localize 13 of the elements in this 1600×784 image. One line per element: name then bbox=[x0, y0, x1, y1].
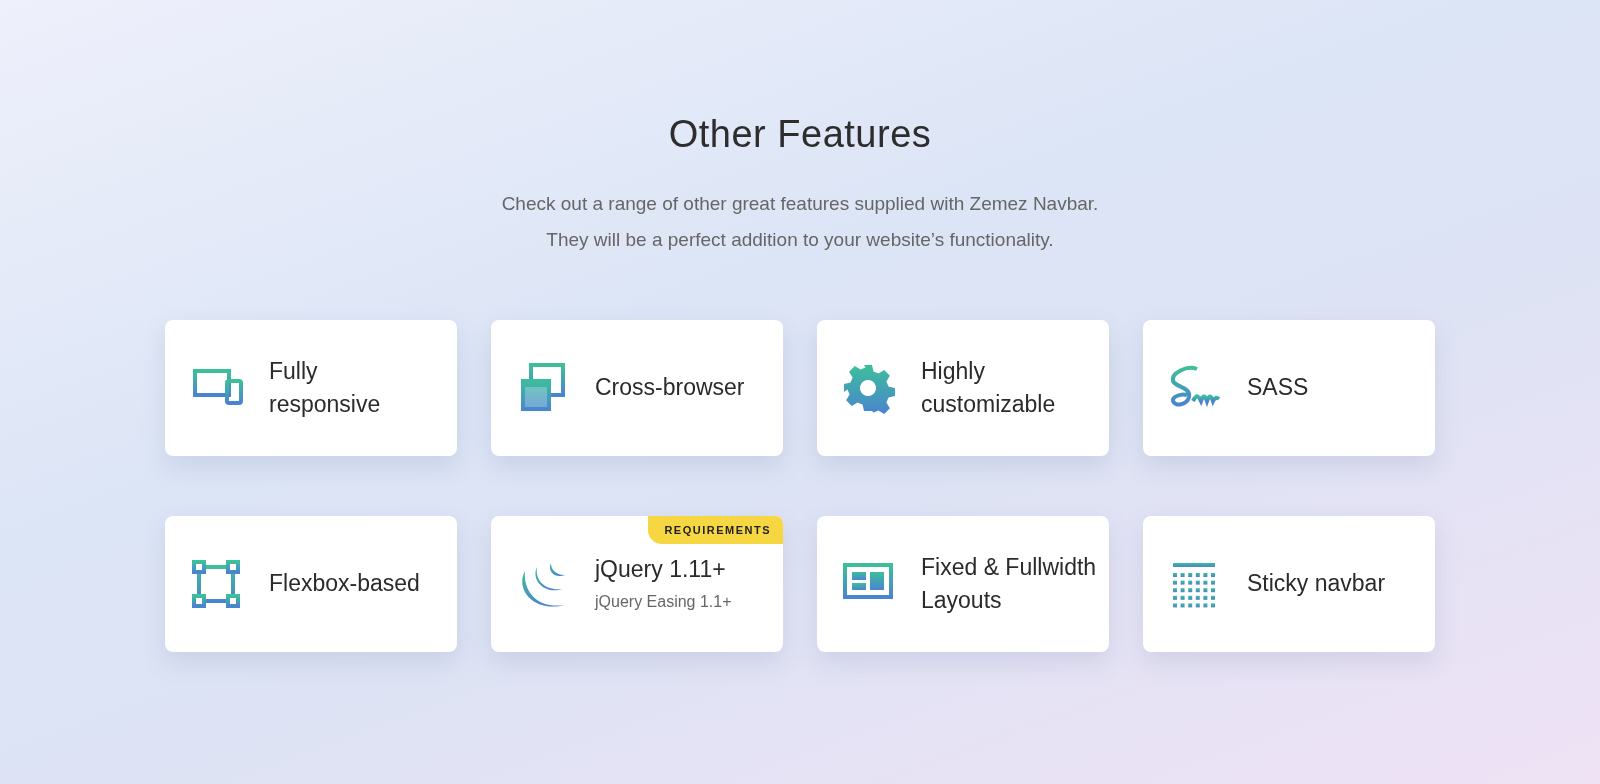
feature-title: SASS bbox=[1247, 373, 1309, 403]
feature-subtitle: jQuery Easing 1.1+ bbox=[595, 592, 732, 613]
feature-title: Highly customizable bbox=[921, 356, 1056, 419]
requirements-tag: REQUIREMENTS bbox=[648, 515, 783, 545]
feature-title: Cross-browser bbox=[595, 373, 745, 403]
feature-title: Fully responsive bbox=[269, 356, 381, 419]
feature-title: Flexbox-based bbox=[269, 569, 420, 599]
feature-title: Sticky navbar bbox=[1247, 569, 1386, 599]
feature-title: Fixed & Fullwidth Layouts bbox=[921, 552, 1097, 615]
feature-title: jQuery 1.11+ bbox=[595, 555, 727, 585]
intro-text: Check out a range of other great features supplied with Zemez Navbar. bbox=[500, 191, 1100, 216]
section-heading: Other Features bbox=[667, 112, 933, 157]
intro-text: They will be a perfect addition to your website’s functionality. bbox=[545, 227, 1055, 252]
